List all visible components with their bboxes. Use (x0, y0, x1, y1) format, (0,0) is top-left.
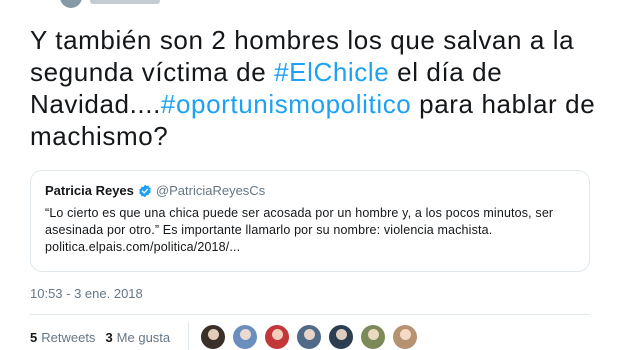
hashtag-elchicle[interactable]: #ElChicle (274, 57, 389, 87)
quoted-tweet-body: “Lo cierto es que una chica puede ser ac… (45, 205, 575, 256)
likes-label: Me gusta (116, 330, 171, 345)
divider (30, 314, 590, 315)
avatar-6[interactable] (360, 324, 386, 350)
likes-stat[interactable]: 3 Me gusta (105, 330, 170, 345)
likes-count: 3 (105, 330, 113, 345)
avatar-5[interactable] (328, 324, 354, 350)
retweets-count: 5 (30, 330, 38, 345)
avatar-7[interactable] (392, 324, 418, 350)
avatar-3[interactable] (264, 324, 290, 350)
author-avatar[interactable] (60, 0, 82, 8)
stats-separator (188, 322, 189, 350)
quoted-author-name[interactable]: Patricia Reyes (45, 183, 134, 199)
avatar-1[interactable] (200, 324, 226, 350)
author-name-cropped[interactable] (90, 0, 160, 4)
quoted-tweet-link[interactable]: politica.elpais.com/politica/2018/... (45, 240, 240, 254)
avatar-2[interactable] (232, 324, 258, 350)
quoted-tweet[interactable]: Patricia Reyes @PatriciaReyesCs “Lo cier… (30, 170, 590, 272)
hashtag-oportunismopolitico[interactable]: #oportunismopolitico (161, 89, 411, 119)
tweet-text: Y también son 2 hombres los que salvan a… (30, 24, 600, 152)
quoted-author-handle[interactable]: @PatriciaReyesCs (156, 183, 265, 199)
retweets-stat[interactable]: 5 Retweets (30, 330, 95, 345)
quoted-tweet-text: “Lo cierto es que una chica puede ser ac… (45, 206, 554, 237)
quoted-tweet-header: Patricia Reyes @PatriciaReyesCs (45, 183, 575, 199)
avatar-4[interactable] (296, 324, 322, 350)
verified-badge-icon (138, 184, 152, 198)
tweet-timestamp[interactable]: 10:53 - 3 ene. 2018 (30, 286, 143, 301)
tweet-stats: 5 Retweets 3 Me gusta (30, 330, 180, 345)
previous-header-strip (0, 0, 620, 12)
liker-avatars (200, 324, 424, 350)
retweets-label: Retweets (41, 330, 96, 345)
